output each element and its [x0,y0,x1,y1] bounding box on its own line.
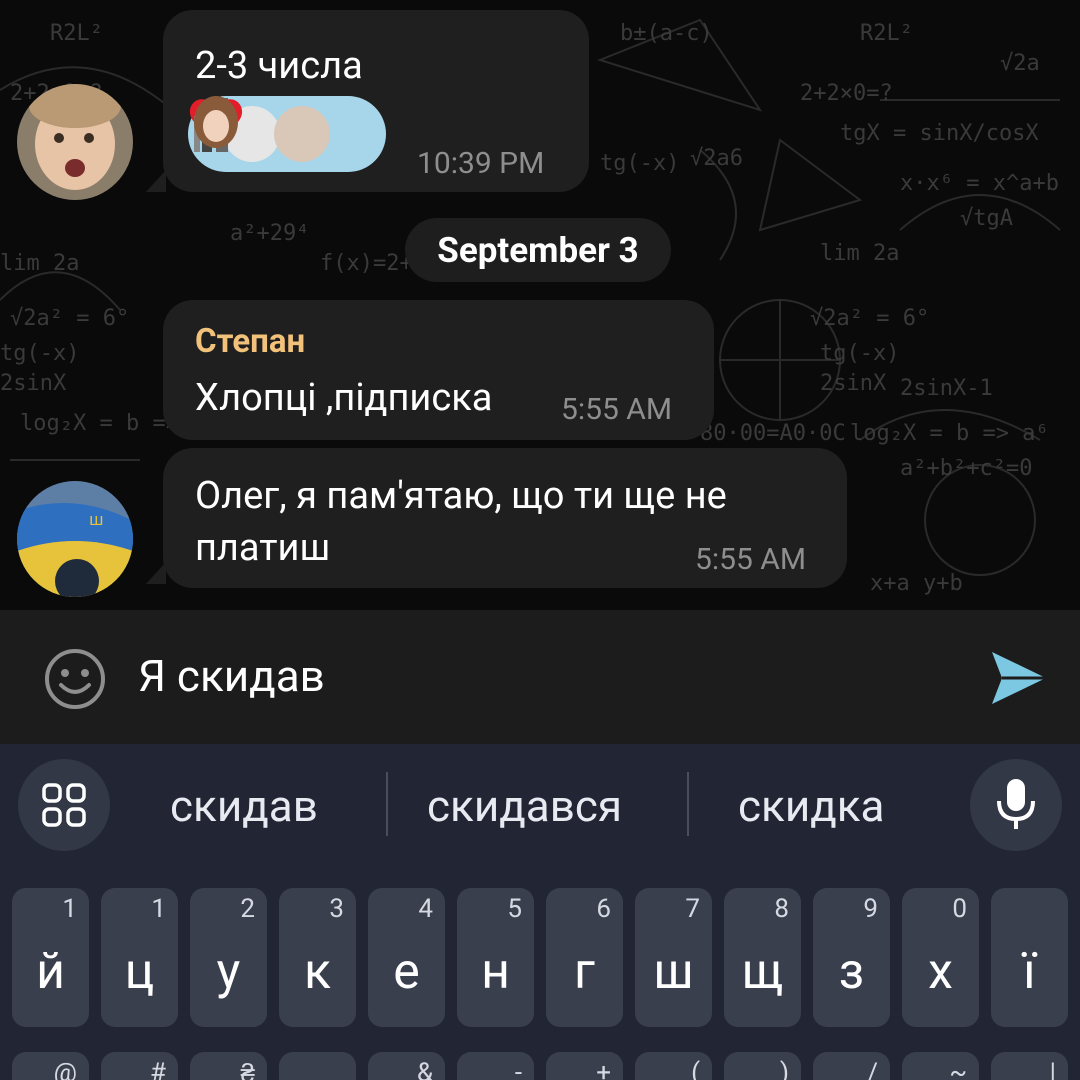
key-row2[interactable]: ) [724,1052,801,1080]
avatar-flag[interactable]: ш [17,481,133,597]
key-х[interactable]: 0х [902,888,979,1027]
key-з[interactable]: 9з [813,888,890,1027]
key-ї[interactable]: ї [991,888,1068,1027]
svg-text:2sinX: 2sinX [820,371,887,396]
key-н[interactable]: 5н [457,888,534,1027]
svg-text:√2a6: √2a6 [690,146,743,171]
key-row2[interactable]: ₴ [190,1052,267,1080]
svg-text:√2a² = 6°: √2a² = 6° [810,306,929,331]
key-г[interactable]: 6г [546,888,623,1027]
message-input[interactable]: Я скидав [138,650,325,702]
svg-text:2sinX-1: 2sinX-1 [900,376,993,401]
svg-text:R2L²: R2L² [860,21,913,46]
message-text-line-2: платиш [195,526,331,570]
svg-text:x+a y+b: x+a y+b [870,571,963,596]
message-text-line-1: Олег, я пам'ятаю, що ти ще не [195,474,727,518]
message-text: Хлопці ,підписка [195,376,493,420]
svg-text:log₂X = b =>: log₂X = b => [20,411,179,436]
send-icon[interactable] [988,648,1050,708]
message-bubble[interactable]: Олег, я пам'ятаю, що ти ще не платиш 5:5… [163,448,847,588]
key-row2[interactable]: _ [279,1052,356,1080]
message-bubble[interactable]: Степан Хлопці ,підписка 5:55 AM [163,300,714,440]
svg-text:f(x)=2+: f(x)=2+ [320,251,413,276]
suggestion-1[interactable]: скидав [170,780,318,832]
svg-text:80·00=A0·0C: 80·00=A0·0C [700,421,846,446]
svg-text:R2L²: R2L² [50,21,103,46]
key-ш[interactable]: 7ш [635,888,712,1027]
key-row2[interactable]: - [457,1052,534,1080]
message-time: 5:55 AM [561,392,673,427]
bubble-tail [146,170,166,192]
key-row2[interactable]: & [368,1052,445,1080]
key-ц[interactable]: 1ц [101,888,178,1027]
suggestion-3[interactable]: скидка [738,780,884,832]
key-щ[interactable]: 8щ [724,888,801,1027]
sender-name[interactable]: Степан [195,322,305,361]
key-row2[interactable]: / [813,1052,890,1080]
reaction-avatar-girl [194,96,330,162]
key-row2[interactable]: + [546,1052,623,1080]
keyboard-menu-button[interactable] [18,759,110,851]
message-time: 5:55 AM [695,542,807,577]
svg-text:tgX = sinX/cosX: tgX = sinX/cosX [840,121,1039,146]
reactions-pill[interactable] [188,96,386,172]
key-у[interactable]: 2у [190,888,267,1027]
message-bubble[interactable]: 2-3 числа 10:39 PM [163,10,589,192]
avatar-child[interactable] [17,84,133,200]
key-row2[interactable]: @ [12,1052,89,1080]
svg-text:a²+b²+c²=0: a²+b²+c²=0 [900,456,1032,481]
key-row2[interactable]: ~ [902,1052,979,1080]
suggestion-divider [687,772,689,836]
key-row2[interactable]: ( [635,1052,712,1080]
svg-text:2sinX: 2sinX [0,371,67,396]
svg-text:log₂X = b => a⁶: log₂X = b => a⁶ [850,421,1049,446]
message-text: 2-3 числа [195,44,363,88]
svg-text:lim 2a: lim 2a [820,241,899,266]
svg-text:ш: ш [89,510,104,529]
svg-text:2+2×0=?: 2+2×0=? [800,81,893,106]
key-й[interactable]: 1й [12,888,89,1027]
key-к[interactable]: 3к [279,888,356,1027]
svg-text:√2a: √2a [1000,51,1040,76]
voice-input-button[interactable] [970,759,1062,851]
message-time: 10:39 PM [417,146,545,181]
svg-text:√2a² = 6°: √2a² = 6° [10,306,129,331]
grid-icon [42,783,86,827]
chat-background: R2L² 2+2×0=? lim 2a √2a² = 6° tg(-x) 2si… [0,0,1080,610]
key-е[interactable]: 4е [368,888,445,1027]
svg-text:b±(a-c): b±(a-c) [620,21,713,46]
suggestion-divider [386,772,388,836]
svg-text:tg(-x): tg(-x) [600,151,679,176]
svg-text:tg(-x): tg(-x) [0,341,79,366]
date-separator: September 3 [405,218,671,282]
key-row2[interactable]: | [991,1052,1068,1080]
microphone-icon [997,779,1035,829]
svg-text:tg(-x): tg(-x) [820,341,899,366]
svg-text:lim 2a: lim 2a [0,251,79,276]
smiley-icon[interactable] [43,647,107,711]
svg-text:√tgA: √tgA [960,206,1013,231]
svg-text:a²+29⁴: a²+29⁴ [230,221,309,246]
svg-text:x·x⁶ = x^a+b: x·x⁶ = x^a+b [900,171,1059,196]
suggestion-2[interactable]: скидався [427,780,622,832]
key-row2[interactable]: # [101,1052,178,1080]
